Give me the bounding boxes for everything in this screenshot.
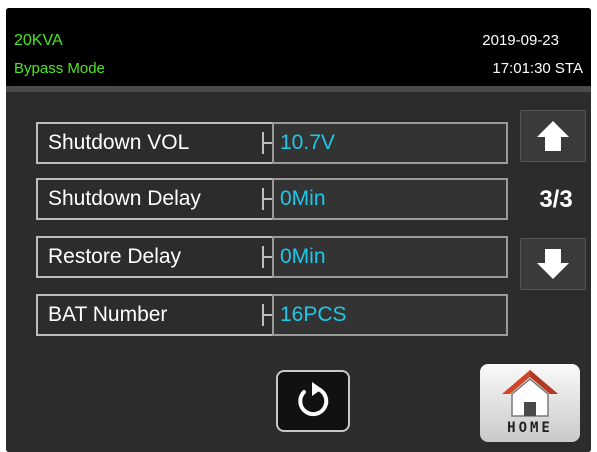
restore-delay-value[interactable]: 0Min — [272, 236, 508, 278]
arrow-up-icon — [537, 121, 569, 151]
mode-label: Bypass Mode — [14, 60, 105, 77]
setting-label: Shutdown VOL — [36, 122, 276, 164]
date-label: 2019-09-23 — [482, 32, 559, 49]
bat-number-value[interactable]: 16PCS — [272, 294, 508, 336]
arrow-down-icon — [537, 249, 569, 279]
home-label: HOME — [507, 420, 553, 436]
page-indicator: 3/3 — [539, 186, 573, 213]
setting-row-bat-number: BAT Number 16PCS — [6, 294, 508, 338]
ups-display: 20KVA Bypass Mode 2019-09-23 17:01:30 ST… — [6, 8, 591, 452]
setting-label: BAT Number — [36, 294, 276, 336]
refresh-button[interactable] — [276, 370, 350, 432]
settings-panel: Shutdown VOL 10.7V Shutdown Delay 0Min R… — [6, 92, 591, 452]
connector-line — [264, 256, 272, 258]
shutdown-delay-value[interactable]: 0Min — [272, 178, 508, 220]
setting-row-shutdown-delay: Shutdown Delay 0Min — [6, 178, 508, 222]
house-icon — [502, 370, 558, 417]
setting-label: Restore Delay — [36, 236, 276, 278]
setting-label: Shutdown Delay — [36, 178, 276, 220]
connector-line — [264, 198, 272, 200]
shutdown-vol-value[interactable]: 10.7V — [272, 122, 508, 164]
page-down-button[interactable] — [520, 238, 586, 290]
setting-row-restore-delay: Restore Delay 0Min — [6, 236, 508, 280]
refresh-icon — [298, 382, 329, 417]
status-header: 20KVA Bypass Mode 2019-09-23 17:01:30 ST… — [6, 8, 591, 86]
model-label: 20KVA — [14, 32, 63, 49]
connector-line — [264, 142, 272, 144]
home-button[interactable]: HOME — [480, 364, 580, 442]
page-up-button[interactable] — [520, 110, 586, 162]
setting-row-shutdown-vol: Shutdown VOL 10.7V — [6, 122, 508, 166]
time-label: 17:01:30 STA — [492, 60, 583, 77]
connector-line — [264, 314, 272, 316]
